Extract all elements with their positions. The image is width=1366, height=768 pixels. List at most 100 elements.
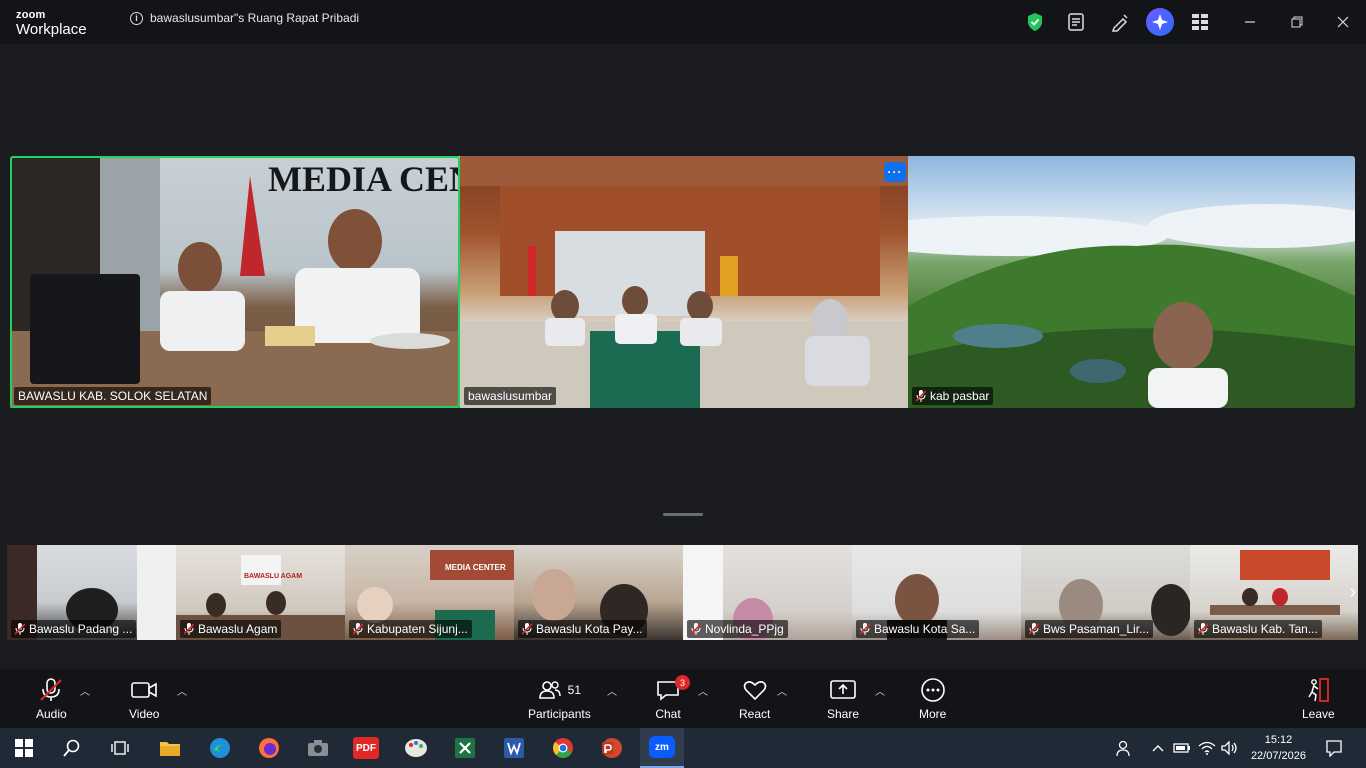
leave-label: Leave — [1302, 707, 1335, 721]
close-icon[interactable] — [1333, 12, 1353, 32]
audio-options-caret-icon[interactable]: ︿ — [80, 683, 90, 698]
audio-label: Audio — [36, 707, 67, 721]
mic-muted-icon — [859, 623, 871, 635]
hidden-icons-chevron-icon[interactable] — [1146, 734, 1170, 762]
participants-label: Participants — [528, 707, 591, 721]
meeting-toolbar: Audio ︿ Video ︿ 51 Participants ︿ 3 Chat… — [0, 669, 1366, 728]
video-feed-solok-selatan: MEDIA CENTER — [10, 156, 460, 408]
restore-icon[interactable] — [1287, 12, 1307, 32]
mic-muted-icon — [915, 390, 927, 402]
participant-name: Bawaslu Agam — [198, 622, 278, 636]
participants-button[interactable]: 51 Participants — [528, 677, 591, 721]
strip-tile[interactable]: Bawaslu Padang ... — [7, 545, 176, 640]
strip-tile[interactable]: Bws Pasaman_Lir... — [1021, 545, 1190, 640]
meeting-info[interactable]: i bawaslusumbar"s Ruang Rapat Pribadi — [130, 11, 359, 25]
chrome-icon[interactable] — [549, 734, 577, 762]
react-label: React — [739, 707, 771, 721]
volume-icon[interactable] — [1218, 734, 1242, 762]
ai-companion-icon[interactable] — [1146, 8, 1174, 36]
whiteboard-pen-icon[interactable] — [1108, 10, 1132, 34]
participants-options-caret-icon[interactable]: ︿ — [607, 683, 617, 698]
strip-tile[interactable]: MEDIA CENTER Kabupaten Sijunj... — [345, 545, 514, 640]
participant-name-label: kab pasbar — [912, 387, 994, 405]
windows-start-icon[interactable] — [10, 734, 38, 762]
notification-center-icon[interactable] — [1320, 734, 1348, 762]
apps-grid-icon[interactable] — [1188, 10, 1212, 34]
battery-icon[interactable] — [1170, 734, 1194, 762]
video-label: Video — [129, 707, 160, 721]
people-icon[interactable] — [1110, 734, 1138, 762]
wifi-icon[interactable] — [1195, 734, 1219, 762]
participant-name-label: Novlinda_PPjg — [687, 620, 788, 638]
share-button[interactable]: Share — [827, 677, 859, 721]
video-feed-kab-pasbar — [908, 204, 1355, 408]
info-icon[interactable]: i — [130, 11, 143, 25]
excel-icon[interactable] — [451, 734, 479, 762]
share-options-caret-icon[interactable]: ︿ — [875, 683, 885, 698]
paint-app-icon[interactable] — [402, 734, 430, 762]
word-icon[interactable] — [500, 734, 528, 762]
video-options-caret-icon[interactable]: ︿ — [177, 683, 187, 698]
heart-icon — [742, 677, 768, 703]
chat-button[interactable]: 3 Chat — [655, 675, 690, 721]
minimize-icon[interactable] — [1240, 12, 1260, 32]
pdf-app-icon[interactable]: PDF — [353, 737, 379, 759]
next-page-chevron-icon[interactable]: › — [1349, 581, 1356, 604]
mic-muted-icon — [690, 623, 702, 635]
mic-muted-icon — [1197, 623, 1209, 635]
video-feed-bawaslusumbar — [460, 156, 908, 408]
audio-button[interactable]: Audio — [36, 677, 67, 721]
participant-name-label: Bawaslu Agam — [180, 620, 282, 638]
react-options-caret-icon[interactable]: ︿ — [777, 683, 787, 698]
pdf-app-label: PDF — [356, 742, 376, 754]
video-tile-bawaslusumbar[interactable]: ··· bawaslusumbar — [460, 156, 908, 408]
mic-muted-icon — [352, 623, 364, 635]
edge-browser-icon[interactable] — [206, 734, 234, 762]
task-view-icon[interactable] — [106, 734, 134, 762]
chat-unread-badge: 3 — [675, 675, 690, 690]
zoom-taskbar-icon[interactable]: zm — [640, 728, 684, 768]
participant-name: Bawaslu Kota Sa... — [874, 622, 976, 636]
notes-icon[interactable] — [1064, 10, 1088, 34]
firefox-icon[interactable] — [255, 734, 283, 762]
more-button[interactable]: More — [919, 677, 946, 721]
mic-muted-icon — [14, 623, 26, 635]
participant-name: Kabupaten Sijunj... — [367, 622, 468, 636]
search-icon[interactable] — [58, 734, 86, 762]
logo-workplace-text: Workplace — [16, 21, 87, 38]
share-screen-icon — [829, 677, 857, 703]
title-bar: zoom Workplace i bawaslusumbar"s Ruang R… — [0, 0, 1366, 44]
chat-icon: 3 — [655, 675, 690, 703]
strip-media-center-sign: MEDIA CENTER — [445, 563, 506, 572]
strip-tile[interactable]: Novlinda_PPjg — [683, 545, 852, 640]
participants-icon — [538, 681, 561, 699]
leave-button[interactable]: Leave — [1302, 677, 1335, 721]
powerpoint-icon[interactable] — [598, 734, 626, 762]
participant-name: BAWASLU KAB. SOLOK SELATAN — [18, 389, 208, 403]
strip-tile[interactable]: Bawaslu Kota Pay... — [514, 545, 683, 640]
video-tile-kab-pasbar[interactable]: kab pasbar — [908, 156, 1355, 408]
participant-name: bawaslusumbar — [468, 389, 553, 403]
gallery-resize-handle[interactable] — [663, 513, 703, 516]
video-button[interactable]: Video — [129, 677, 159, 721]
shield-icon[interactable] — [1023, 10, 1047, 34]
leave-door-icon — [1305, 677, 1331, 703]
participant-name: Bawaslu Kab. Tan... — [1212, 622, 1318, 636]
file-explorer-icon[interactable] — [156, 734, 184, 762]
chat-options-caret-icon[interactable]: ︿ — [698, 683, 708, 698]
clock-time: 15:12 — [1264, 734, 1293, 746]
strip-tile[interactable]: Bawaslu Kab. Tan... — [1190, 545, 1358, 640]
strip-tile[interactable]: BAWASLU AGAM Bawaslu Agam — [176, 545, 345, 640]
strip-tile[interactable]: Bawaslu Kota Sa... — [852, 545, 1021, 640]
system-clock[interactable]: 15:12 22/07/2026 — [1251, 732, 1306, 764]
participant-name-label: Bawaslu Kota Pay... — [518, 620, 647, 638]
participant-name: Bawaslu Padang ... — [29, 622, 133, 636]
participant-name-label: Bawaslu Kab. Tan... — [1194, 620, 1322, 638]
chat-label: Chat — [655, 707, 681, 721]
participant-name-label: Bawaslu Padang ... — [11, 620, 137, 638]
camera-app-icon[interactable] — [304, 734, 332, 762]
more-icon — [920, 677, 946, 703]
react-button[interactable]: React — [739, 677, 770, 721]
tile-more-options-button[interactable]: ··· — [884, 162, 906, 182]
video-tile-solok-selatan[interactable]: MEDIA CENTER BAWASLU KAB. SOLOK SELATAN — [10, 156, 460, 408]
